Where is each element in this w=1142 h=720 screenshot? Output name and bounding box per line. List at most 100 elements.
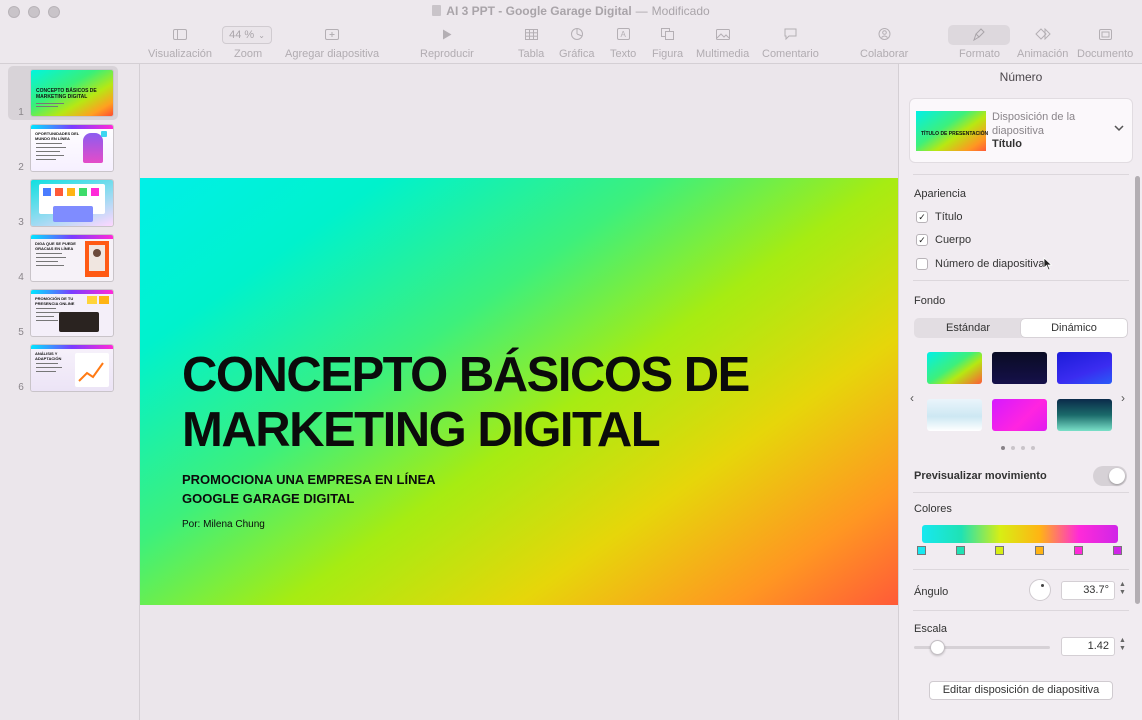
add-slide-button[interactable]: Agregar diapositiva [285, 26, 379, 60]
background-preset-light[interactable] [927, 399, 982, 431]
slide-preview-title: OPORTUNIDADES DEL MUNDO EN LÍNEA [35, 131, 80, 141]
zoom-label: Zoom [234, 48, 263, 60]
color-stop[interactable] [1074, 546, 1083, 555]
title-checkbox[interactable]: ✓ [916, 211, 928, 223]
slide-number-checkbox[interactable] [916, 258, 928, 270]
slide-thumbnail-1[interactable]: 1 CONCEPTO BÁSICOS DE MARKETING DIGITAL [8, 66, 118, 120]
chart-icon [567, 26, 587, 42]
scale-stepper[interactable]: ▲ ▼ [1118, 637, 1127, 653]
animate-button[interactable]: Animación [1017, 26, 1068, 60]
background-preset-gradient[interactable] [927, 352, 982, 384]
slide-title[interactable]: CONCEPTO BÁSICOS DE MARKETING DIGITAL [182, 348, 750, 458]
color-gradient-bar[interactable] [922, 525, 1118, 543]
angle-input[interactable]: 33.7° [1061, 581, 1115, 600]
background-preset-magenta[interactable] [992, 399, 1047, 431]
body-checkbox-label: Cuerpo [935, 234, 972, 246]
slide-number: 2 [18, 162, 24, 173]
add-slide-label: Agregar diapositiva [285, 48, 380, 60]
view-button[interactable]: Visualización [148, 26, 212, 60]
divider [913, 492, 1129, 493]
comment-button[interactable]: Comentario [762, 26, 819, 60]
comment-label: Comentario [762, 48, 819, 60]
slide-thumbnail-5[interactable]: 5 PROMOCIÓN DE TU PRESENCIA ONLINE [8, 286, 118, 340]
collaborate-icon [874, 26, 894, 42]
tab-dynamic[interactable]: Dinámico [1021, 319, 1127, 337]
inspector-scrollbar[interactable] [1135, 176, 1140, 604]
angle-stepper[interactable]: ▲ ▼ [1118, 581, 1127, 597]
text-icon: A [613, 26, 633, 42]
document-title: AI 3 PPT - Google Garage Digital [446, 4, 632, 18]
zoom-button[interactable]: Zoom [234, 42, 262, 60]
chevron-left-icon[interactable]: ‹ [910, 391, 914, 405]
play-icon [437, 26, 457, 42]
current-slide[interactable]: CONCEPTO BÁSICOS DE MARKETING DIGITAL PR… [140, 178, 898, 605]
slide-number: 5 [18, 327, 24, 338]
background-preset-landscape[interactable] [1057, 399, 1112, 431]
document-icon [432, 5, 442, 16]
window-title: AI 3 PPT - Google Garage Digital — Modific… [0, 4, 1142, 18]
shape-label: Figura [652, 48, 684, 60]
media-button[interactable]: Multimedia [696, 26, 749, 60]
chevron-right-icon[interactable]: › [1121, 391, 1125, 405]
background-preset-blue[interactable] [1057, 352, 1112, 384]
table-label: Tabla [518, 48, 545, 60]
slide-thumbnail-6[interactable]: 6 ANÁLISIS Y ADAPTACIÓN [8, 341, 118, 395]
body-checkbox-row[interactable]: ✓ Cuerpo [916, 234, 971, 246]
slide-number-checkbox-row[interactable]: Número de diapositiva [916, 258, 1044, 270]
layout-thumbnail: TÍTULO DE PRESENTACIÓN [916, 111, 988, 151]
document-button[interactable]: Documento [1077, 26, 1133, 60]
preset-page-indicator[interactable] [1001, 446, 1035, 450]
text-button[interactable]: A Texto [610, 26, 636, 60]
color-stop[interactable] [1035, 546, 1044, 555]
view-label: Visualización [148, 48, 213, 60]
table-button[interactable]: Tabla [518, 26, 544, 60]
slide-canvas[interactable]: CONCEPTO BÁSICOS DE MARKETING DIGITAL PR… [140, 64, 898, 720]
shape-button[interactable]: Figura [652, 26, 683, 60]
slide-preview: CONCEPTO BÁSICOS DE MARKETING DIGITAL [31, 70, 113, 116]
slide-preview-title: ANÁLISIS Y ADAPTACIÓN [35, 351, 62, 361]
shape-icon [658, 26, 678, 42]
slide-subtitle[interactable]: PROMOCIONA UNA EMPRESA EN LÍNEA GOOGLE G… [182, 470, 436, 508]
divider [913, 610, 1129, 611]
slide-preview [31, 180, 113, 226]
layout-label: Disposición de la diapositiva [992, 111, 1076, 137]
slide-thumbnail-2[interactable]: 2 OPORTUNIDADES DEL MUNDO EN LÍNEA [8, 121, 118, 175]
slide-number: 3 [18, 217, 24, 228]
tab-standard[interactable]: Estándar [915, 319, 1021, 337]
scale-label: Escala [914, 623, 948, 635]
scale-slider-knob[interactable] [930, 640, 946, 655]
slide-thumbnail-3[interactable]: 3 [8, 176, 118, 230]
background-type-segmented-control[interactable]: Estándar Dinámico [914, 318, 1128, 338]
play-button[interactable]: Reproducir [420, 26, 474, 60]
collaborate-button[interactable]: Colaborar [860, 26, 908, 60]
chevron-down-icon: ⌄ [258, 30, 265, 40]
color-stop[interactable] [1113, 546, 1122, 555]
preview-motion-toggle[interactable] [1093, 466, 1127, 486]
slide-number: 4 [18, 272, 24, 283]
format-label: Formato [959, 48, 1000, 60]
color-stop[interactable] [917, 546, 926, 555]
slide-author[interactable]: Por: Milena Chung [182, 519, 265, 530]
slide-preview: PROMOCIÓN DE TU PRESENCIA ONLINE [31, 290, 113, 336]
chart-button[interactable]: Gráfica [559, 26, 594, 60]
slide-layout-selector[interactable]: TÍTULO DE PRESENTACIÓN Disposición de la… [909, 98, 1133, 163]
background-preset-dark[interactable] [992, 352, 1047, 384]
slide-thumbnail-4[interactable]: 4 DIGA QUE SE PUEDE GRACIAS EN LÍNEA [8, 231, 118, 285]
color-stop[interactable] [956, 546, 965, 555]
scale-input[interactable]: 1.42 [1061, 637, 1115, 656]
chevron-down-icon [1114, 123, 1124, 135]
angle-dial[interactable] [1029, 579, 1051, 601]
layout-value: Título [992, 138, 1022, 150]
title-checkbox-row[interactable]: ✓ Título [916, 211, 963, 223]
body-checkbox[interactable]: ✓ [916, 234, 928, 246]
slide-preview: DIGA QUE SE PUEDE GRACIAS EN LÍNEA [31, 235, 113, 281]
color-stop[interactable] [995, 546, 1004, 555]
preview-motion-label: Previsualizar movimiento [914, 470, 1047, 482]
media-label: Multimedia [696, 48, 750, 60]
slide-preview: ANÁLISIS Y ADAPTACIÓN [31, 345, 113, 391]
colors-label: Colores [914, 503, 952, 515]
slide-navigator: 1 CONCEPTO BÁSICOS DE MARKETING DIGITAL … [0, 64, 140, 720]
background-label: Fondo [914, 295, 946, 307]
format-button[interactable]: Formato [959, 26, 1000, 60]
edit-slide-layout-button[interactable]: Editar disposición de diapositiva [929, 681, 1113, 700]
